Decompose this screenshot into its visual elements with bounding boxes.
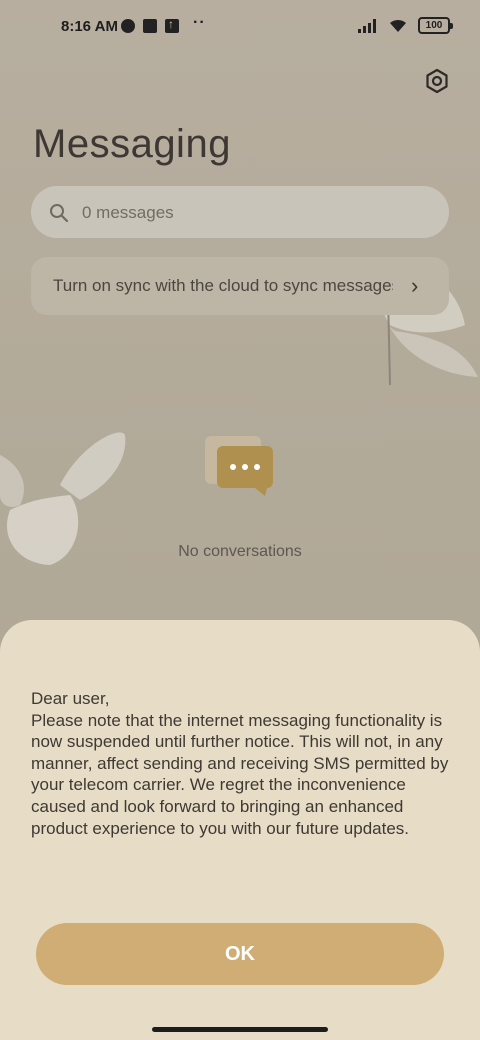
search-input[interactable]: 0 messages — [82, 203, 174, 223]
messaging-screen: 8:16 AM ·· 100 Messaging — [0, 0, 480, 1040]
signal-icon — [358, 18, 376, 33]
sync-banner-text: Turn on sync with the cloud to sync mess… — [53, 276, 393, 295]
home-indicator[interactable] — [152, 1027, 328, 1032]
chat-bubble-icon — [205, 436, 273, 496]
chevron-right-icon: › — [411, 273, 419, 298]
battery-icon: 100 — [418, 17, 453, 34]
settings-button[interactable] — [420, 64, 454, 98]
more-notifications-icon: ·· — [193, 14, 206, 31]
status-bar: 8:16 AM ·· 100 — [0, 0, 480, 56]
app-notification-icon — [121, 19, 135, 33]
empty-state-text: No conversations — [178, 543, 302, 560]
upload-icon — [165, 17, 179, 33]
dialog-message: Dear user, Please note that the internet… — [31, 689, 449, 838]
status-right-icons: 100 — [358, 17, 453, 34]
ok-button[interactable]: OK — [36, 923, 444, 985]
wifi-icon — [390, 19, 406, 32]
search-icon — [50, 204, 69, 223]
square-app-icon — [143, 19, 157, 33]
gear-icon — [426, 68, 448, 94]
page-title: Messaging — [33, 122, 231, 166]
cloud-sync-banner[interactable]: Turn on sync with the cloud to sync mess… — [31, 257, 449, 315]
status-left-icons: ·· — [121, 14, 206, 33]
status-time: 8:16 AM — [61, 18, 118, 35]
